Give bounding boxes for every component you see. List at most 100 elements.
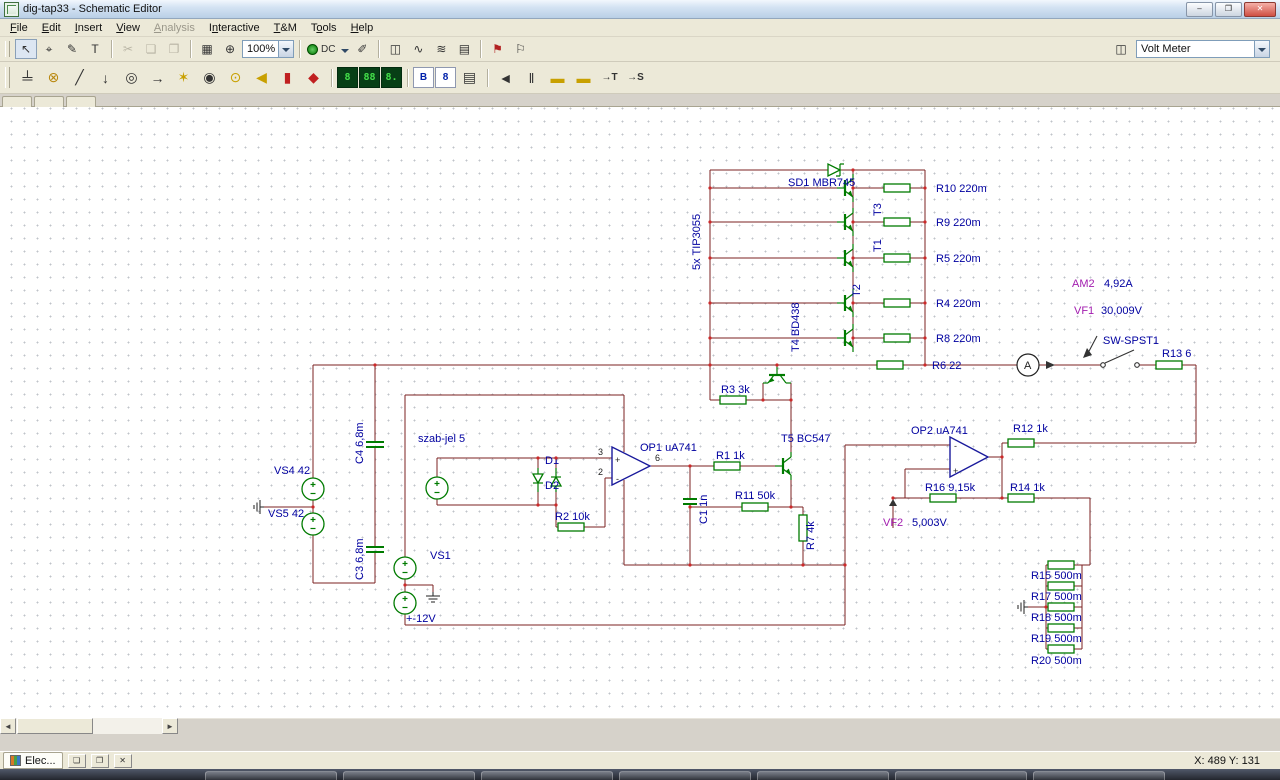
component-label[interactable]: 30,009V xyxy=(1101,305,1143,317)
component-label[interactable]: A xyxy=(1024,360,1032,372)
arrow-button[interactable]: → xyxy=(145,65,170,90)
voltage-probe-symbol[interactable] xyxy=(1083,335,1098,358)
menu-item-tools[interactable]: Tools xyxy=(304,21,344,35)
component-label[interactable]: T2 xyxy=(851,284,863,297)
taskbar-button[interactable] xyxy=(757,771,889,780)
component-label[interactable]: R18 500m xyxy=(1031,612,1082,624)
logic-display-button-2[interactable]: 8 xyxy=(435,67,456,88)
bulb-button[interactable]: ✶ xyxy=(171,65,196,90)
multimeter-button[interactable]: ◫ xyxy=(384,39,406,59)
resistor-symbol[interactable] xyxy=(883,253,911,263)
component-label[interactable]: 5x TIP3055 xyxy=(691,214,703,270)
indicator-lamp-button[interactable]: ⊙ xyxy=(223,65,248,90)
scrollbar-thumb[interactable] xyxy=(17,718,93,734)
component-label[interactable]: R6 22 xyxy=(932,360,961,372)
resistor-symbol[interactable] xyxy=(741,502,769,512)
ground-symbol[interactable] xyxy=(1017,599,1029,615)
component-label[interactable]: R15 500m xyxy=(1031,570,1082,582)
voltage-source-symbol[interactable] xyxy=(301,512,325,536)
paste-button[interactable]: ❐ xyxy=(163,39,185,59)
resistor-symbol[interactable] xyxy=(1047,581,1075,591)
signal-analyzer-button[interactable]: ▤ xyxy=(453,39,475,59)
resistor-symbol[interactable] xyxy=(883,298,911,308)
restore-button[interactable]: ❐ xyxy=(1215,1,1242,17)
ammeter-button[interactable]: ◎ xyxy=(119,65,144,90)
component-label[interactable]: 3 xyxy=(598,447,603,457)
ic-button[interactable]: ▤ xyxy=(457,65,482,90)
schematic-canvas[interactable]: SD1 MBR745 R10 220m R9 220m R5 220m R4 220m R… xyxy=(0,107,1280,718)
toolbar-drag-handle[interactable] xyxy=(5,40,10,58)
lamp-button[interactable]: ⊗ xyxy=(41,65,66,90)
seg-display-button-1[interactable]: 8 xyxy=(337,67,358,88)
resistor-symbol[interactable] xyxy=(1007,438,1035,448)
menu-item-insert[interactable]: Insert xyxy=(68,21,110,35)
resistor-symbol[interactable] xyxy=(713,461,741,471)
component-label[interactable]: R1 1k xyxy=(716,450,745,462)
ground-symbol[interactable] xyxy=(425,591,441,603)
component-label[interactable]: R4 220m xyxy=(936,298,981,310)
component-label[interactable]: + xyxy=(615,455,620,465)
speaker-button[interactable]: ◀ xyxy=(249,65,274,90)
component-label[interactable]: R16 9,15k xyxy=(925,482,976,494)
component-label[interactable]: szab-jel 5 xyxy=(418,433,465,445)
resistor-symbol[interactable] xyxy=(1007,493,1035,503)
component-label[interactable]: C3 6,8m xyxy=(354,538,366,580)
dock-pane-button[interactable]: ❐ xyxy=(90,753,109,768)
voltage-source-symbol[interactable] xyxy=(393,556,417,580)
selection-tool-button[interactable]: ⌖ xyxy=(38,39,60,59)
switch-button[interactable]: ╱ xyxy=(67,65,92,90)
text-tool-button[interactable]: T xyxy=(84,39,106,59)
grid-toggle-button[interactable]: ▦ xyxy=(196,39,218,59)
probe-pen-button[interactable]: ✐ xyxy=(351,39,373,59)
temp-output-button[interactable]: →T xyxy=(597,65,622,90)
taskbar-button[interactable] xyxy=(205,771,337,780)
transistor-symbol[interactable] xyxy=(773,450,793,482)
resistor-symbol[interactable] xyxy=(883,217,911,227)
component-label[interactable]: +-12V xyxy=(406,613,436,625)
component-label[interactable]: VF1 xyxy=(1074,305,1094,317)
component-label[interactable]: R11 50k xyxy=(735,490,776,502)
component-label[interactable]: 6 xyxy=(655,453,660,463)
ground-button[interactable]: ╧ xyxy=(15,65,40,90)
taskbar-button[interactable] xyxy=(343,771,475,780)
taskbar-button[interactable] xyxy=(895,771,1027,780)
resistor-symbol[interactable] xyxy=(883,183,911,193)
component-label[interactable]: C4 6,8m xyxy=(354,422,366,464)
diode-symbol[interactable] xyxy=(532,467,544,493)
component-label[interactable]: R5 220m xyxy=(936,253,981,265)
probe-pin-button[interactable]: ▮ xyxy=(275,65,300,90)
transistor-symbol[interactable] xyxy=(761,365,793,385)
component-label[interactable]: + xyxy=(953,466,958,476)
battery-cell-button[interactable]: ‖ xyxy=(519,65,544,90)
zoom-select[interactable]: 100% xyxy=(242,40,294,58)
component-label[interactable]: R8 220m xyxy=(936,333,981,345)
resistor-symbol[interactable] xyxy=(1047,644,1075,654)
start-flag-button[interactable]: ⚑ xyxy=(486,39,508,59)
scroll-left-button[interactable]: ◄ xyxy=(0,718,16,734)
component-label[interactable]: R19 500m xyxy=(1031,633,1082,645)
component-label[interactable]: VS1 xyxy=(430,550,451,562)
component-label[interactable]: R7 4k xyxy=(805,521,817,550)
component-label[interactable]: R10 220m xyxy=(936,183,987,195)
copy-button[interactable]: ❏ xyxy=(140,39,162,59)
resistor-symbol[interactable] xyxy=(929,493,957,503)
voltmeter-button[interactable]: ◉ xyxy=(197,65,222,90)
switch-output-button[interactable]: →S xyxy=(623,65,648,90)
horizontal-scrollbar[interactable]: ◄ ► xyxy=(0,718,1280,734)
component-label[interactable]: VS5 42 xyxy=(268,508,304,520)
resistor-symbol[interactable] xyxy=(1047,623,1075,633)
zoom-button[interactable]: ⊕ xyxy=(219,39,241,59)
sheet-tab[interactable] xyxy=(66,96,96,107)
fuse-button-1[interactable]: ▬ xyxy=(545,65,570,90)
component-label[interactable]: 5,003V xyxy=(912,517,948,529)
component-label[interactable]: 2 xyxy=(598,467,603,477)
voltage-source-symbol[interactable] xyxy=(301,477,325,501)
ground-symbol[interactable] xyxy=(253,499,265,515)
close-button[interactable]: ✕ xyxy=(1244,1,1276,17)
component-label[interactable]: AM2 xyxy=(1072,278,1095,290)
toolbar-drag-handle[interactable] xyxy=(5,66,10,89)
component-label[interactable]: VS4 42 xyxy=(274,465,310,477)
transistor-symbol[interactable] xyxy=(835,242,855,274)
voltage-source-symbol[interactable] xyxy=(393,591,417,615)
interactive-dc-button[interactable]: DC xyxy=(305,39,350,59)
